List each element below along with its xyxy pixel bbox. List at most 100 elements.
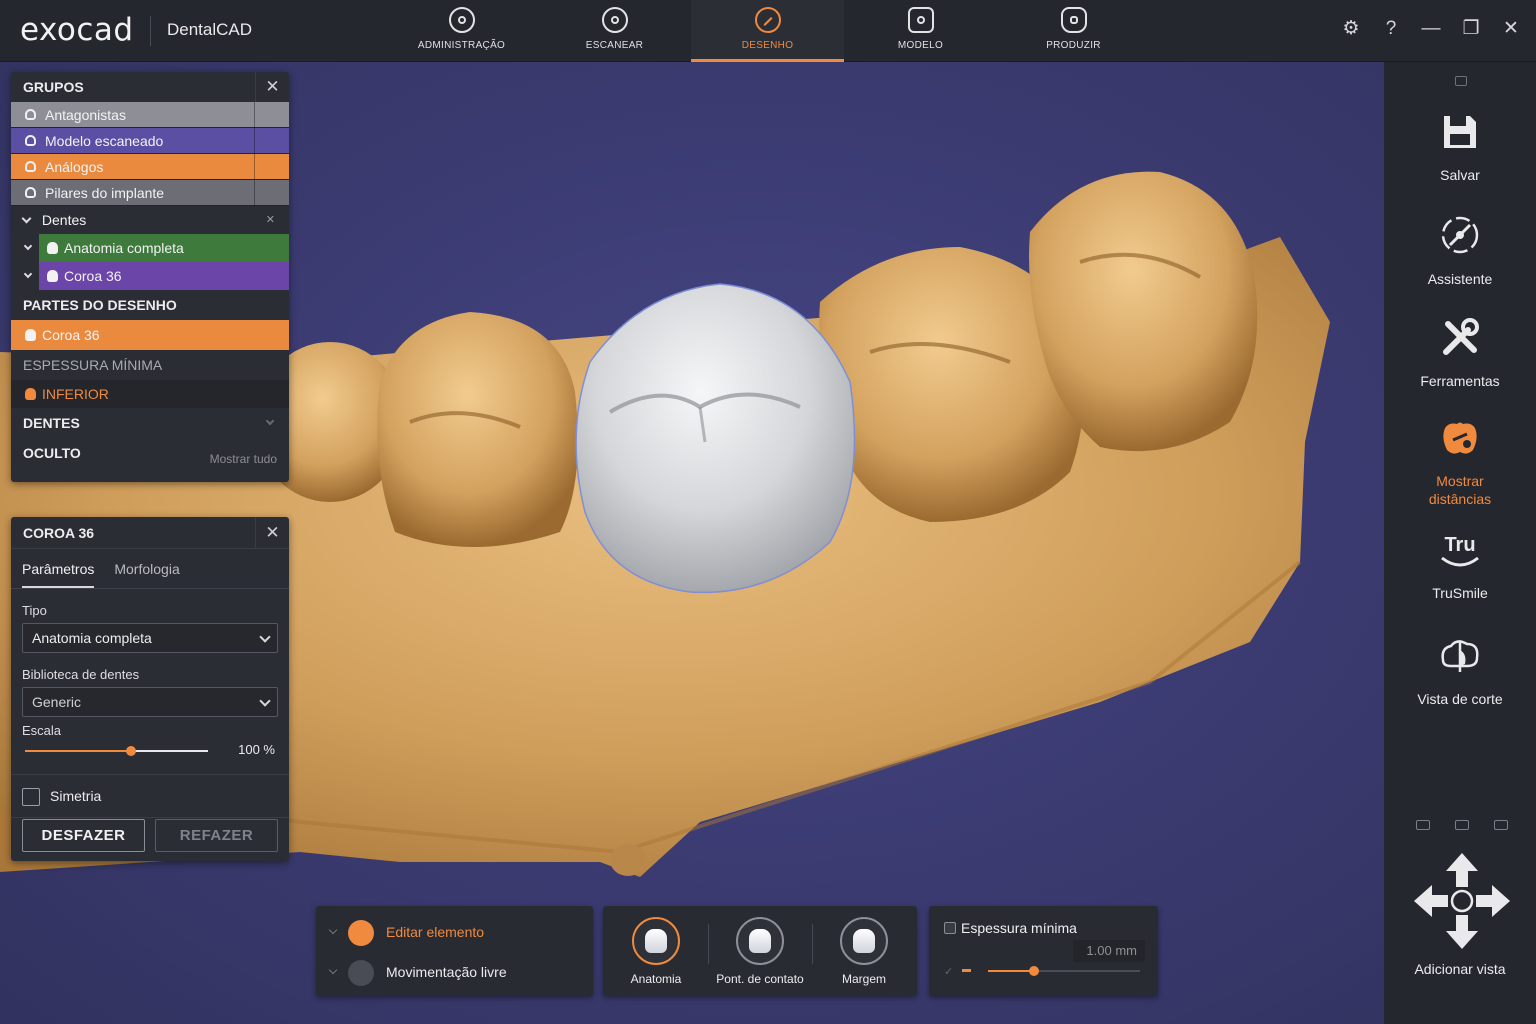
implant-icon [25,187,36,198]
crown-tabs: Parâmetros Morfologia [11,549,289,589]
main-nav: ADMINISTRAÇÃO ESCANEAR DESENHO MODELO PR… [385,0,1150,62]
undo-button[interactable]: DESFAZER [22,819,145,852]
group-row-modelo-escaneado[interactable]: Modelo escaneado [11,128,289,154]
chevron-down-icon[interactable] [265,416,275,426]
close-icon[interactable]: ✕ [255,72,289,102]
group-dentes[interactable]: Dentes ✕ [11,206,289,234]
camera-icon[interactable] [1416,820,1430,830]
help-icon[interactable]: ? [1379,17,1403,41]
cut-view-button[interactable]: Vista de corte [1384,636,1536,708]
teeth-item-anatomia[interactable]: Anatomia completa [11,234,289,262]
contact-point-mode-button[interactable] [736,917,784,965]
teeth-item-coroa-36[interactable]: Coroa 36 [11,262,289,290]
group-label: Dentes [41,212,87,228]
group-row-analogos[interactable]: Análogos [11,154,289,180]
scale-row: 100 % [11,738,289,764]
wizard-icon [1441,216,1479,254]
min-thickness-panel: Espessura mínima 1.00 mm ✓ [929,906,1158,996]
thickness-toggle[interactable] [944,922,956,934]
row-divider [254,102,255,128]
tab-morfologia[interactable]: Morfologia [114,549,179,588]
minimize-icon[interactable]: — [1419,17,1443,41]
minus-icon[interactable] [962,969,971,972]
teeth-section[interactable]: DENTES [11,408,289,438]
wizard-button[interactable]: Assistente [1384,214,1536,288]
lower-jaw-item[interactable]: INFERIOR [11,380,289,408]
group-label: Análogos [45,159,104,175]
add-view-button[interactable]: Adicionar vista [1384,960,1536,978]
trusmile-button[interactable]: Tru TruSmile [1384,534,1536,602]
crown-header: COROA 36 ✕ [11,517,289,549]
tools-label: Ferramentas [1420,373,1500,389]
arrow-down-icon [1446,915,1478,949]
library-select[interactable]: Generic [22,687,278,717]
smile-icon [1441,556,1479,567]
scale-slider-fill [25,750,132,752]
product-name: DentalCAD [167,20,253,39]
chevron-down-icon[interactable] [21,213,32,224]
chevron-down-icon [328,965,338,975]
close-icon[interactable]: ✕ [255,517,289,549]
free-move-row[interactable]: Movimentação livre [328,960,580,986]
wizard-label: Assistente [1427,271,1493,287]
pencil-icon [754,7,781,33]
close-icon[interactable]: ✕ [1499,17,1523,41]
logo-divider [150,16,151,46]
tab-produzir[interactable]: PRODUZIR [997,0,1150,62]
arrow-right-icon [1476,885,1510,917]
add-view-label: Adicionar vista [1414,961,1506,977]
chevron-down-icon[interactable] [23,241,33,251]
thickness-slider-handle[interactable] [1028,966,1039,976]
margin-label: Margem [841,972,886,986]
save-icon [1444,116,1476,148]
type-value: Anatomia completa [32,630,152,646]
view-navigation-arrows[interactable] [1412,851,1512,951]
edit-mode-panel: Editar elemento Movimentação livre [316,906,593,996]
settings-icon[interactable]: ⚙ [1339,17,1363,41]
scale-slider-handle[interactable] [126,746,137,756]
type-select[interactable]: Anatomia completa [22,623,278,653]
group-row-antagonistas[interactable]: Antagonistas [11,102,289,128]
chevron-down-icon[interactable] [23,269,33,279]
edit-element-label: Editar elemento [386,924,485,940]
show-all-link[interactable]: Mostrar tudo [210,444,277,474]
margin-mode-button[interactable] [840,917,888,965]
tab-parametros[interactable]: Parâmetros [22,549,95,588]
crown-panel: COROA 36 ✕ Parâmetros Morfologia Tipo An… [11,517,289,861]
show-distances-button[interactable]: Mostrar distâncias [1384,418,1536,508]
min-thickness-title[interactable]: ESPESSURA MÍNIMA [11,350,289,380]
tab-escanear[interactable]: ESCANEAR [538,0,691,62]
tab-administracao[interactable]: ADMINISTRAÇÃO [385,0,538,62]
crown-title: COROA 36 [23,525,95,541]
anatomy-label: Anatomia [630,972,682,986]
scale-value: 100 % [238,742,275,757]
row-divider [254,180,255,206]
thickness-input[interactable]: 1.00 mm [1073,940,1145,962]
part-coroa-36[interactable]: Coroa 36 [11,320,289,350]
tab-desenho[interactable]: DESENHO [691,0,844,62]
group-label: Antagonistas [45,107,126,123]
redo-button[interactable]: REFAZER [155,819,278,852]
tools-button[interactable]: Ferramentas [1384,316,1536,390]
camera-icon[interactable] [1494,820,1508,830]
tooth-icon [47,270,58,282]
tab-modelo[interactable]: MODELO [844,0,997,62]
library-label: Biblioteca de dentes [22,667,140,682]
part-label: Coroa 36 [42,327,100,343]
camera-icon[interactable] [1455,820,1469,830]
anatomy-mode-button[interactable] [632,917,680,965]
thickness-slider[interactable] [988,966,1140,976]
restore-icon[interactable]: ❐ [1459,17,1483,41]
scale-slider[interactable] [25,746,208,756]
pin-icon[interactable] [1455,76,1467,86]
edit-element-row[interactable]: Editar elemento [328,920,580,946]
symmetry-checkbox[interactable] [22,788,40,806]
close-small-icon[interactable]: ✕ [266,206,275,234]
chevron-down-icon [328,925,338,935]
sculpt-mode-panel: Anatomia Pont. de contato Margem [603,906,917,996]
model-icon [25,135,36,146]
save-button[interactable]: Salvar [1384,112,1536,184]
admin-icon [448,7,475,33]
group-row-pilares[interactable]: Pilares do implante [11,180,289,206]
tools-icon [1443,318,1479,355]
